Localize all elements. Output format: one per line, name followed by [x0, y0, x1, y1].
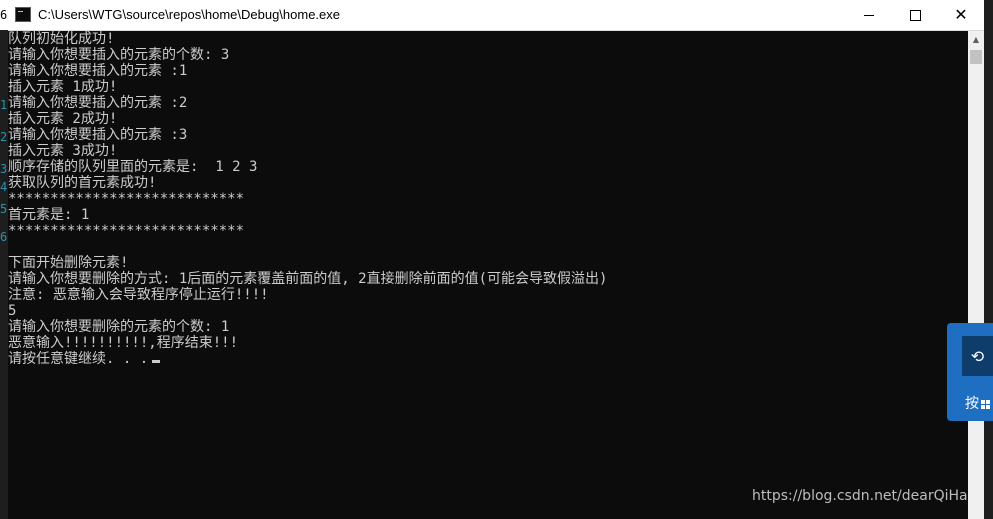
- watermark-url: https://blog.csdn.net/dearQiHa: [752, 488, 968, 504]
- console-line: 请输入你想要插入的元素 :3: [8, 127, 188, 143]
- console-line: 插入元素 2成功!: [8, 111, 118, 127]
- minimize-button[interactable]: [846, 0, 892, 30]
- gutter-top-digit: 6: [0, 0, 8, 30]
- close-icon: ✕: [954, 5, 968, 24]
- window-title: C:\Users\WTG\source\repos\home\Debug\hom…: [38, 7, 341, 22]
- maximize-button[interactable]: [892, 0, 938, 30]
- console-output[interactable]: 队列初始化成功! 请输入你想要插入的元素的个数: 3 请输入你想要插入的元素 :…: [8, 31, 968, 519]
- title-bar[interactable]: C:\Users\WTG\source\repos\home\Debug\hom…: [8, 0, 984, 31]
- console-line: 恶意输入!!!!!!!!!!,程序结束!!!: [8, 335, 239, 351]
- vertical-scrollbar[interactable]: ▲: [968, 31, 984, 519]
- console-window: C:\Users\WTG\source\repos\home\Debug\hom…: [8, 0, 984, 519]
- editor-gutter-edge: 6 1 2 3 4 5 6: [0, 0, 8, 519]
- maximize-icon: [909, 9, 921, 21]
- console-line: ****************************: [8, 223, 245, 239]
- console-line: 队列初始化成功!: [8, 31, 115, 47]
- windows-logo-icon: [981, 399, 990, 409]
- console-app-icon[interactable]: [15, 7, 31, 22]
- side-widget-label: 按: [965, 396, 979, 412]
- minimize-icon: [864, 14, 874, 16]
- scrollbar-thumb[interactable]: [970, 50, 982, 64]
- console-line: 请输入你想要删除的方式: 1后面的元素覆盖前面的值, 2直接删除前面的值(可能会…: [8, 271, 608, 287]
- side-widget-label-group[interactable]: 按: [965, 393, 990, 413]
- gutter-digit: 3: [0, 162, 8, 176]
- console-line: 顺序存储的队列里面的元素是: 1 2 3: [8, 159, 258, 175]
- gutter-digit: 1: [0, 98, 8, 112]
- console-line: 请输入你想要插入的元素 :1: [8, 63, 188, 79]
- screen: 6 1 2 3 4 5 6 C:\Users\WTG\source\repos\…: [0, 0, 993, 519]
- gutter-digit: 6: [0, 230, 8, 244]
- console-line: 插入元素 1成功!: [8, 79, 118, 95]
- console-line: 5: [8, 303, 17, 319]
- text-cursor: [152, 360, 161, 363]
- console-line: 首元素是: 1: [8, 207, 90, 223]
- gutter-digit: 4: [0, 180, 8, 194]
- console-line: 注意: 恶意输入会导致程序停止运行!!!!: [8, 287, 269, 303]
- scroll-up-arrow-icon[interactable]: ▲: [968, 31, 984, 48]
- console-line: 插入元素 3成功!: [8, 143, 118, 159]
- console-line: ****************************: [8, 191, 245, 207]
- console-line: 请输入你想要插入的元素 :2: [8, 95, 188, 111]
- gutter-digit: 5: [0, 202, 8, 216]
- console-line: 下面开始删除元素!: [8, 255, 129, 271]
- floating-side-widget[interactable]: ⟲ 按: [947, 323, 993, 421]
- console-prompt-line: 请按任意键继续. . .: [8, 351, 161, 367]
- console-line: 请输入你想要插入的元素的个数: 3: [8, 47, 230, 63]
- rotate-icon[interactable]: ⟲: [962, 336, 993, 376]
- console-line: 请输入你想要删除的元素的个数: 1: [8, 319, 230, 335]
- console-line: 请按任意键继续. . .: [8, 351, 149, 367]
- console-line: 获取队列的首元素成功!: [8, 175, 157, 191]
- gutter-digit: 2: [0, 130, 8, 144]
- close-button[interactable]: ✕: [938, 0, 984, 30]
